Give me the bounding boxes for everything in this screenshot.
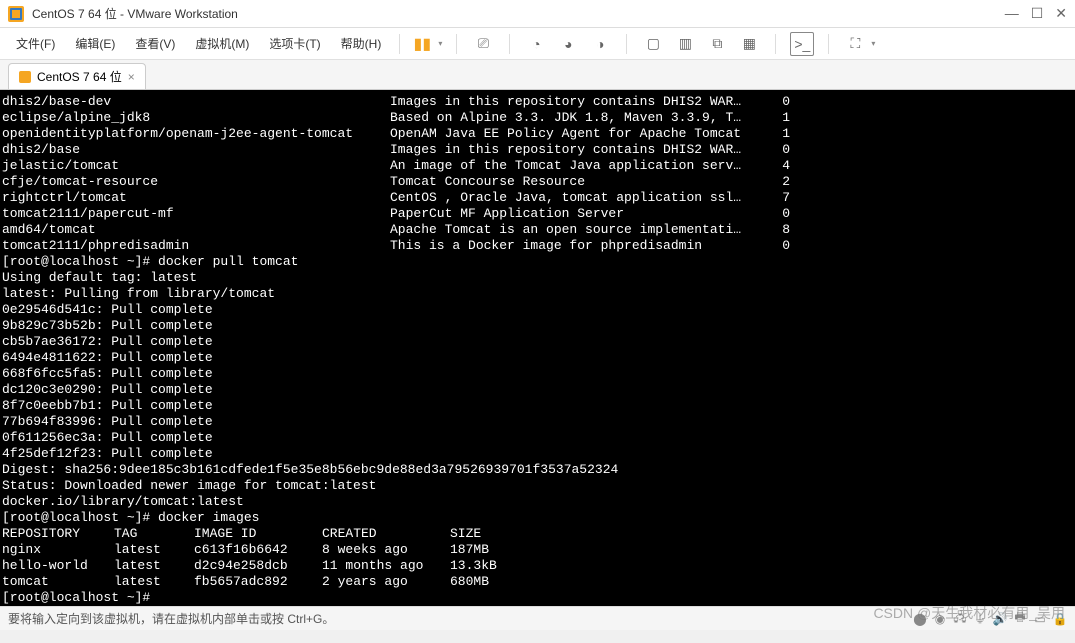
status-icons: ⬤ ◉ 🖧 ⏚ 🔊 🖶 ▭ 🔒 bbox=[334, 612, 1067, 626]
menu-view[interactable]: 查看(V) bbox=[127, 31, 183, 56]
menu-bar: 文件(F) 编辑(E) 查看(V) 虚拟机(M) 选项卡(T) 帮助(H) ▮▮… bbox=[0, 28, 1075, 60]
cd-icon[interactable]: ◉ bbox=[933, 612, 947, 626]
unity-icon[interactable]: ⧉ bbox=[705, 32, 729, 56]
status-text: 要将输入定向到该虚拟机，请在虚拟机内部单击或按 Ctrl+G。 bbox=[8, 610, 334, 627]
tab-close-icon[interactable]: × bbox=[128, 70, 135, 84]
view-icon[interactable]: ▦ bbox=[737, 32, 761, 56]
snapshot-manage-icon[interactable]: ◕ bbox=[556, 32, 580, 56]
separator bbox=[626, 34, 627, 54]
minimize-icon[interactable]: — bbox=[1005, 5, 1019, 22]
vm-icon bbox=[19, 71, 31, 83]
dropdown-icon[interactable]: ▾ bbox=[438, 39, 442, 48]
menu-edit[interactable]: 编辑(E) bbox=[67, 31, 123, 56]
menu-tabs[interactable]: 选项卡(T) bbox=[261, 31, 328, 56]
usb-icon[interactable]: ⏚ bbox=[973, 612, 987, 626]
title-bar: CentOS 7 64 位 - VMware Workstation — ☐ ✕ bbox=[0, 0, 1075, 28]
terminal[interactable]: dhis2/base-devImages in this repository … bbox=[0, 90, 1075, 606]
sound-icon[interactable]: 🔊 bbox=[993, 612, 1007, 626]
toolbar: ▮▮ ▾ ⎚ ◔ ◕ ◑ ▢ ▥ ⧉ ▦ >_ ⛶ ▾ bbox=[410, 32, 875, 56]
tab-centos[interactable]: CentOS 7 64 位 × bbox=[8, 63, 146, 89]
window-controls: — ☐ ✕ bbox=[1005, 5, 1067, 22]
menu-vm[interactable]: 虚拟机(M) bbox=[187, 31, 257, 56]
menu-help[interactable]: 帮助(H) bbox=[333, 31, 390, 56]
close-icon[interactable]: ✕ bbox=[1055, 5, 1067, 22]
menu-file[interactable]: 文件(F) bbox=[8, 31, 63, 56]
multi-window-icon[interactable]: ▥ bbox=[673, 32, 697, 56]
status-bar: 要将输入定向到该虚拟机，请在虚拟机内部单击或按 Ctrl+G。 ⬤ ◉ 🖧 ⏚ … bbox=[0, 606, 1075, 630]
lock-icon[interactable]: 🔒 bbox=[1053, 612, 1067, 626]
separator bbox=[828, 34, 829, 54]
separator bbox=[775, 34, 776, 54]
display-icon[interactable]: ▭ bbox=[1033, 612, 1047, 626]
tab-label: CentOS 7 64 位 bbox=[37, 68, 122, 85]
dropdown-icon[interactable]: ▾ bbox=[871, 39, 875, 48]
pause-icon[interactable]: ▮▮ bbox=[410, 32, 434, 56]
separator bbox=[456, 34, 457, 54]
window-title: CentOS 7 64 位 - VMware Workstation bbox=[32, 5, 1005, 22]
separator bbox=[399, 34, 400, 54]
disk-icon[interactable]: ⬤ bbox=[913, 612, 927, 626]
send-key-icon[interactable]: ⎚ bbox=[471, 32, 495, 56]
fullscreen-icon[interactable]: ⛶ bbox=[843, 32, 867, 56]
snapshot-icon[interactable]: ◔ bbox=[524, 32, 548, 56]
maximize-icon[interactable]: ☐ bbox=[1031, 5, 1044, 22]
snapshot-revert-icon[interactable]: ◑ bbox=[588, 32, 612, 56]
separator bbox=[509, 34, 510, 54]
vmware-logo-icon bbox=[8, 6, 24, 22]
tab-bar: CentOS 7 64 位 × bbox=[0, 60, 1075, 90]
console-icon[interactable]: >_ bbox=[790, 32, 814, 56]
single-window-icon[interactable]: ▢ bbox=[641, 32, 665, 56]
net-icon[interactable]: 🖧 bbox=[953, 612, 967, 626]
printer-icon[interactable]: 🖶 bbox=[1013, 612, 1027, 626]
